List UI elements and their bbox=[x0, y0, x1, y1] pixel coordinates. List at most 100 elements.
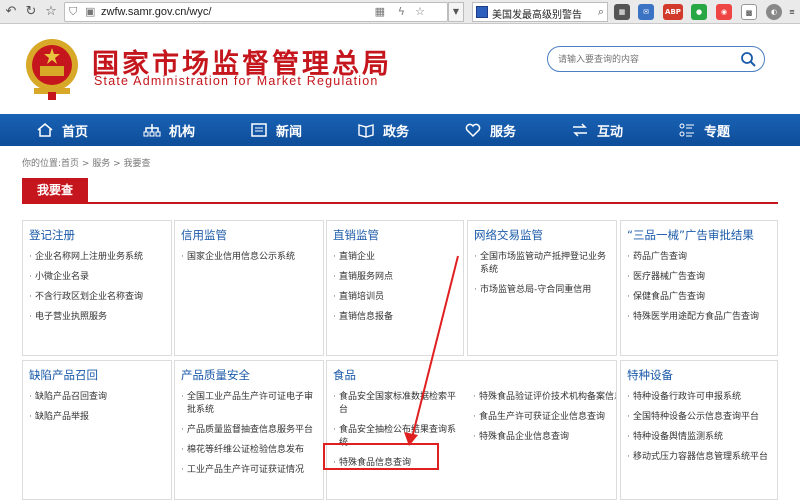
list-item[interactable]: 特种设备行政许可申报系统 bbox=[627, 391, 773, 404]
back-icon[interactable]: ↶ bbox=[2, 3, 20, 21]
nav-interact[interactable]: 互动 bbox=[565, 114, 672, 146]
org-icon bbox=[143, 124, 161, 137]
list-item[interactable]: 企业名称网上注册业务系统 bbox=[29, 251, 167, 264]
browser-toolbar: ↶ ↻ ☆ ⛉ ▣ zwfw.samr.gov.cn/wyc/ ▦ ϟ ☆ ▼ … bbox=[0, 0, 800, 24]
list-item[interactable]: 缺陷产品举报 bbox=[29, 411, 167, 424]
shield-icon: ⛉ bbox=[69, 5, 78, 18]
nav-label: 机构 bbox=[169, 124, 196, 140]
list-item[interactable]: 棉花等纤维公证检验信息发布 bbox=[181, 444, 319, 457]
search-icon[interactable] bbox=[740, 51, 756, 67]
mail-ext-icon[interactable]: ✉ bbox=[638, 4, 654, 20]
list-item[interactable]: 全国工业产品生产许可证电子审批系统 bbox=[181, 391, 319, 417]
list-item[interactable]: 缺陷产品召回查询 bbox=[29, 391, 167, 404]
page-icon: ▣ bbox=[85, 5, 96, 18]
section-title: 我要查 bbox=[22, 178, 88, 203]
site-search[interactable] bbox=[547, 46, 765, 72]
list-item[interactable]: 小微企业名录 bbox=[29, 271, 167, 284]
card-title[interactable]: 缺陷产品召回 bbox=[29, 367, 98, 383]
browser-search-text: 美国发最高级别警告 bbox=[492, 10, 582, 21]
interact-icon bbox=[573, 123, 587, 137]
url-text: zwfw.samr.gov.cn/wyc/ bbox=[101, 6, 212, 18]
list-item[interactable]: 特殊医学用途配方食品广告查询 bbox=[627, 311, 773, 324]
address-dropdown-icon[interactable]: ▼ bbox=[448, 2, 464, 22]
breadcrumb: 你的位置:首页 > 服务 > 我要查 bbox=[22, 159, 151, 169]
search-engine-icon bbox=[476, 6, 488, 18]
national-emblem-icon bbox=[26, 39, 78, 100]
card-special-equipment: 特种设备 特种设备行政许可申报系统 全国特种设备公示信息查询平台 特种设备舆情监… bbox=[620, 360, 778, 500]
lightning-icon[interactable]: ϟ bbox=[398, 5, 405, 18]
wechat-ext-icon[interactable]: ● bbox=[691, 4, 707, 20]
qr-icon[interactable]: ▦ bbox=[375, 5, 385, 18]
list-item[interactable]: 产品质量监督抽查信息服务平台 bbox=[181, 424, 319, 437]
section-header: 我要查 bbox=[22, 178, 778, 204]
nav-label: 新闻 bbox=[276, 124, 303, 140]
card-registration: 登记注册 企业名称网上注册业务系统 小微企业名录 不含行政区划企业名称查询 电子… bbox=[22, 220, 172, 356]
refresh-icon[interactable]: ↻ bbox=[22, 3, 40, 21]
card-ad-approval: “三品一械”广告审批结果 药品广告查询 医疗器械广告查询 保健食品广告查询 特殊… bbox=[620, 220, 778, 356]
card-title[interactable]: 登记注册 bbox=[29, 227, 75, 243]
list-item[interactable]: 食品生产许可获证企业信息查询 bbox=[473, 411, 616, 424]
card-title[interactable]: 产品质量安全 bbox=[181, 367, 250, 383]
list-item[interactable]: 特殊食品验证评价技术机构备案信息系统 bbox=[473, 391, 616, 404]
list-item[interactable]: 全国市场监管动产抵押登记业务系统 bbox=[474, 251, 612, 277]
list-item[interactable]: 直销信息报备 bbox=[333, 311, 459, 324]
card-title[interactable]: “三品一械”广告审批结果 bbox=[627, 227, 754, 243]
search-icon[interactable]: ⌕ bbox=[598, 5, 604, 19]
nav-news[interactable]: 新闻 bbox=[244, 114, 351, 146]
site-header: 国家市场监督管理总局 State Administration for Mark… bbox=[0, 24, 800, 114]
nav-topic[interactable]: 专题 bbox=[672, 114, 779, 146]
browser-search-box[interactable]: 美国发最高级别警告 ⌕ bbox=[472, 2, 608, 22]
card-online-trade: 网络交易监管 全国市场监管动产抵押登记业务系统 市场监管总局-守合同重信用 bbox=[467, 220, 617, 356]
menu-icon[interactable]: ≡ bbox=[784, 4, 800, 20]
card-title[interactable]: 网络交易监管 bbox=[474, 227, 543, 243]
record-ext-icon[interactable]: ◉ bbox=[716, 4, 732, 20]
grid-ext-icon[interactable]: ▦ bbox=[614, 4, 630, 20]
site-search-input[interactable] bbox=[558, 52, 738, 67]
card-title[interactable]: 食品 bbox=[333, 367, 356, 383]
card-title[interactable]: 特种设备 bbox=[627, 367, 673, 383]
list-item[interactable]: 电子营业执照服务 bbox=[29, 311, 167, 324]
nav-affairs[interactable]: 政务 bbox=[351, 114, 458, 146]
nav-home[interactable]: 首页 bbox=[30, 114, 137, 146]
qrcode-ext-icon[interactable]: ▩ bbox=[741, 4, 757, 20]
home-icon bbox=[37, 123, 53, 137]
card-title[interactable]: 直销监管 bbox=[333, 227, 379, 243]
nav-label: 首页 bbox=[62, 124, 89, 140]
nav-label: 互动 bbox=[597, 124, 624, 140]
affairs-icon bbox=[358, 124, 374, 138]
list-item[interactable]: 直销企业 bbox=[333, 251, 459, 264]
heart-icon bbox=[465, 123, 481, 138]
nav-label: 政务 bbox=[383, 124, 410, 140]
nav-org[interactable]: 机构 bbox=[137, 114, 244, 146]
nav-service[interactable]: 服务 bbox=[458, 114, 565, 146]
list-item[interactable]: 食品安全国家标准数据检索平台 bbox=[333, 391, 461, 417]
list-item[interactable]: 工业产品生产许可证获证情况 bbox=[181, 464, 319, 477]
topic-icon bbox=[679, 123, 694, 137]
list-item[interactable]: 移动式压力容器信息管理系统平台 bbox=[627, 451, 773, 464]
nav-label: 专题 bbox=[704, 124, 731, 140]
card-product-quality: 产品质量安全 全国工业产品生产许可证电子审批系统 产品质量监督抽查信息服务平台 … bbox=[174, 360, 324, 500]
list-item[interactable]: 市场监管总局-守合同重信用 bbox=[474, 284, 612, 297]
bookmark-star-icon[interactable]: ☆ bbox=[415, 5, 425, 18]
list-item[interactable]: 特种设备舆情监测系统 bbox=[627, 431, 773, 444]
card-product-recall: 缺陷产品召回 缺陷产品召回查询 缺陷产品举报 bbox=[22, 360, 172, 500]
card-title[interactable]: 信用监管 bbox=[181, 227, 227, 243]
list-item[interactable]: 医疗器械广告查询 bbox=[627, 271, 773, 284]
star-icon[interactable]: ☆ bbox=[42, 3, 60, 21]
list-item[interactable]: 药品广告查询 bbox=[627, 251, 773, 264]
card-credit-supervision: 信用监管 国家企业信用信息公示系统 bbox=[174, 220, 324, 356]
profile-icon[interactable]: ◐ bbox=[766, 4, 782, 20]
adblock-ext-icon[interactable]: ABP bbox=[663, 4, 683, 20]
list-item[interactable]: 不含行政区划企业名称查询 bbox=[29, 291, 167, 304]
list-item[interactable]: 全国特种设备公示信息查询平台 bbox=[627, 411, 773, 424]
main-nav: 首页 机构 新闻 政务 服务 互动 专题 bbox=[0, 114, 800, 146]
list-item[interactable]: 直销培训员 bbox=[333, 291, 459, 304]
list-item[interactable]: 国家企业信用信息公示系统 bbox=[181, 251, 319, 264]
news-icon bbox=[251, 123, 267, 137]
list-item[interactable]: 特殊食品企业信息查询 bbox=[473, 431, 616, 444]
nav-label: 服务 bbox=[490, 124, 517, 140]
list-item[interactable]: 保健食品广告查询 bbox=[627, 291, 773, 304]
address-bar[interactable]: ⛉ ▣ zwfw.samr.gov.cn/wyc/ ▦ ϟ ☆ bbox=[64, 2, 448, 22]
list-item[interactable]: 直销服务网点 bbox=[333, 271, 459, 284]
highlight-box bbox=[323, 443, 439, 470]
